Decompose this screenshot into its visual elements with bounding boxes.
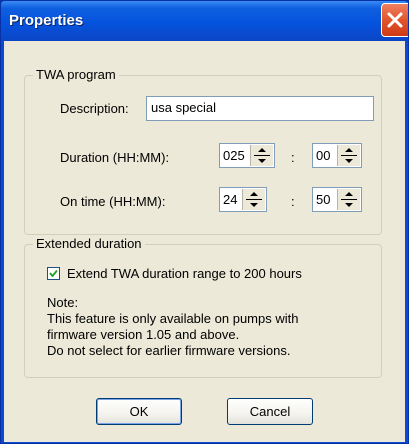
on-time-hours-spinner[interactable]: 24: [219, 187, 267, 212]
duration-hours-arrows[interactable]: [250, 145, 273, 166]
spin-divider: [254, 155, 270, 156]
on-time-hours-value: 24: [223, 192, 238, 207]
duration-minutes-spinner[interactable]: 00: [312, 143, 362, 168]
note-line: firmware version 1.05 and above.: [47, 327, 240, 342]
twa-program-group: TWA program Description: usa special Dur…: [24, 67, 382, 235]
close-button[interactable]: [381, 3, 408, 37]
spin-up-icon[interactable]: [250, 192, 258, 196]
description-input[interactable]: usa special: [146, 96, 374, 121]
extend-duration-label[interactable]: Extend TWA duration range to 200 hours: [67, 266, 302, 281]
spin-up-icon[interactable]: [345, 192, 353, 196]
duration-separator: :: [291, 150, 295, 165]
extend-duration-checkbox[interactable]: [47, 267, 60, 280]
on-time-hours-arrows[interactable]: [242, 189, 265, 210]
cancel-button[interactable]: Cancel: [227, 398, 313, 425]
duration-label: Duration (HH:MM):: [60, 150, 170, 165]
title-bar[interactable]: Properties: [1, 1, 408, 41]
spin-up-icon[interactable]: [258, 148, 266, 152]
note-title: Note:: [47, 295, 79, 310]
spin-down-icon[interactable]: [345, 159, 353, 163]
group-title-extended-duration: Extended duration: [33, 236, 145, 251]
properties-dialog: Properties TWA program Description: usa …: [0, 0, 409, 444]
spin-divider: [341, 155, 357, 156]
window-title: Properties: [9, 12, 84, 29]
spin-divider: [341, 199, 357, 200]
spin-up-icon[interactable]: [345, 148, 353, 152]
spin-down-icon[interactable]: [345, 203, 353, 207]
close-icon: [387, 12, 403, 28]
on-time-minutes-arrows[interactable]: [337, 189, 360, 210]
on-time-minutes-value: 50: [316, 192, 331, 207]
duration-minutes-arrows[interactable]: [337, 145, 360, 166]
on-time-label: On time (HH:MM):: [60, 194, 166, 209]
duration-minutes-value: 00: [316, 148, 331, 163]
duration-hours-spinner[interactable]: 025: [219, 143, 275, 168]
ok-button[interactable]: OK: [96, 398, 182, 425]
duration-hours-value: 025: [223, 148, 245, 163]
on-time-separator: :: [291, 194, 295, 209]
spin-down-icon[interactable]: [250, 203, 258, 207]
note-line: Do not select for earlier firmware versi…: [47, 343, 291, 358]
dialog-body: TWA program Description: usa special Dur…: [4, 41, 405, 442]
note-line: This feature is only available on pumps …: [47, 311, 299, 326]
checkmark-icon: [49, 269, 58, 277]
group-title-twa-program: TWA program: [33, 67, 119, 82]
spin-down-icon[interactable]: [258, 159, 266, 163]
spin-divider: [246, 199, 262, 200]
description-label: Description:: [60, 101, 129, 116]
extended-duration-group: Extended duration Extend TWA duration ra…: [24, 236, 382, 378]
on-time-minutes-spinner[interactable]: 50: [312, 187, 362, 212]
